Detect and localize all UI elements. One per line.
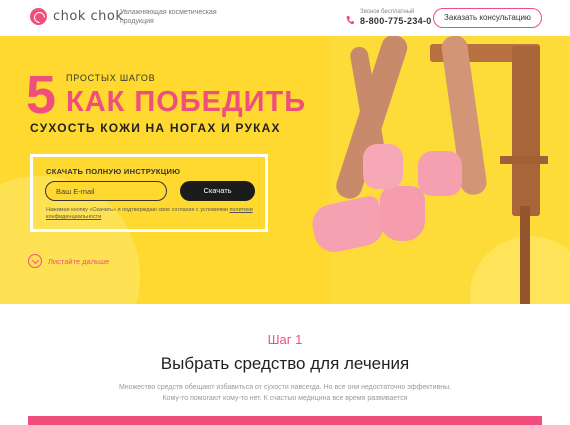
step-description-line: Кому-то помогают кому-то нет. К счастью … [162,395,408,402]
consult-button[interactable]: Заказать консультацию [433,8,542,28]
phone-caption: Звонок бесплатный [360,9,415,15]
chair-rung [500,156,548,164]
consent-text: Нажимая кнопку «Скачать» я подтверждаю с… [46,207,266,221]
step-label: Шаг 1 [267,332,303,347]
consent-statement: Нажимая кнопку «Скачать» я подтверждаю с… [46,207,228,213]
step-description: Множество средств обещают избавиться от … [95,382,475,404]
pink-glove [363,144,403,189]
hero-headline: КАК ПОБЕДИТЬ [66,86,307,118]
step-accent-bar [28,416,542,425]
chevron-down-icon[interactable] [28,254,42,268]
pink-glove [418,151,462,196]
step-title: Выбрать средство для лечения [160,354,410,373]
brand-name[interactable]: chok chok [53,9,123,24]
pink-sock [380,186,425,241]
hero-subheadline: СУХОСТЬ КОЖИ НА НОГАХ И РУКАХ [30,121,281,135]
chair-back [512,46,540,216]
email-field[interactable] [45,181,167,201]
download-button[interactable]: Скачать [180,181,255,201]
form-title: СКАЧАТЬ ПОЛНУЮ ИНСТРУКЦИЮ [46,167,181,176]
step-description-line: Множество средств обещают избавиться от … [118,384,452,391]
scroll-down-link[interactable]: Листайте дальше [48,257,109,266]
phone-icon [346,16,354,25]
phone-number[interactable]: 8-800-775-234-0 [360,16,432,26]
download-form: СКАЧАТЬ ПОЛНУЮ ИНСТРУКЦИЮ Скачать Нажима… [30,154,268,232]
hero-section: 5 ПРОСТЫХ ШАГОВ КАК ПОБЕДИТЬ СУХОСТЬ КОЖ… [0,36,570,304]
site-header: chok chok Увлажняющая косметическая прод… [0,0,570,36]
steps-label: ПРОСТЫХ ШАГОВ [66,73,156,83]
big-number: 5 [26,65,57,125]
brand-tagline: Увлажняющая косметическая продукция [120,9,217,25]
chair-leg [520,206,530,304]
logo-icon[interactable] [30,8,47,25]
